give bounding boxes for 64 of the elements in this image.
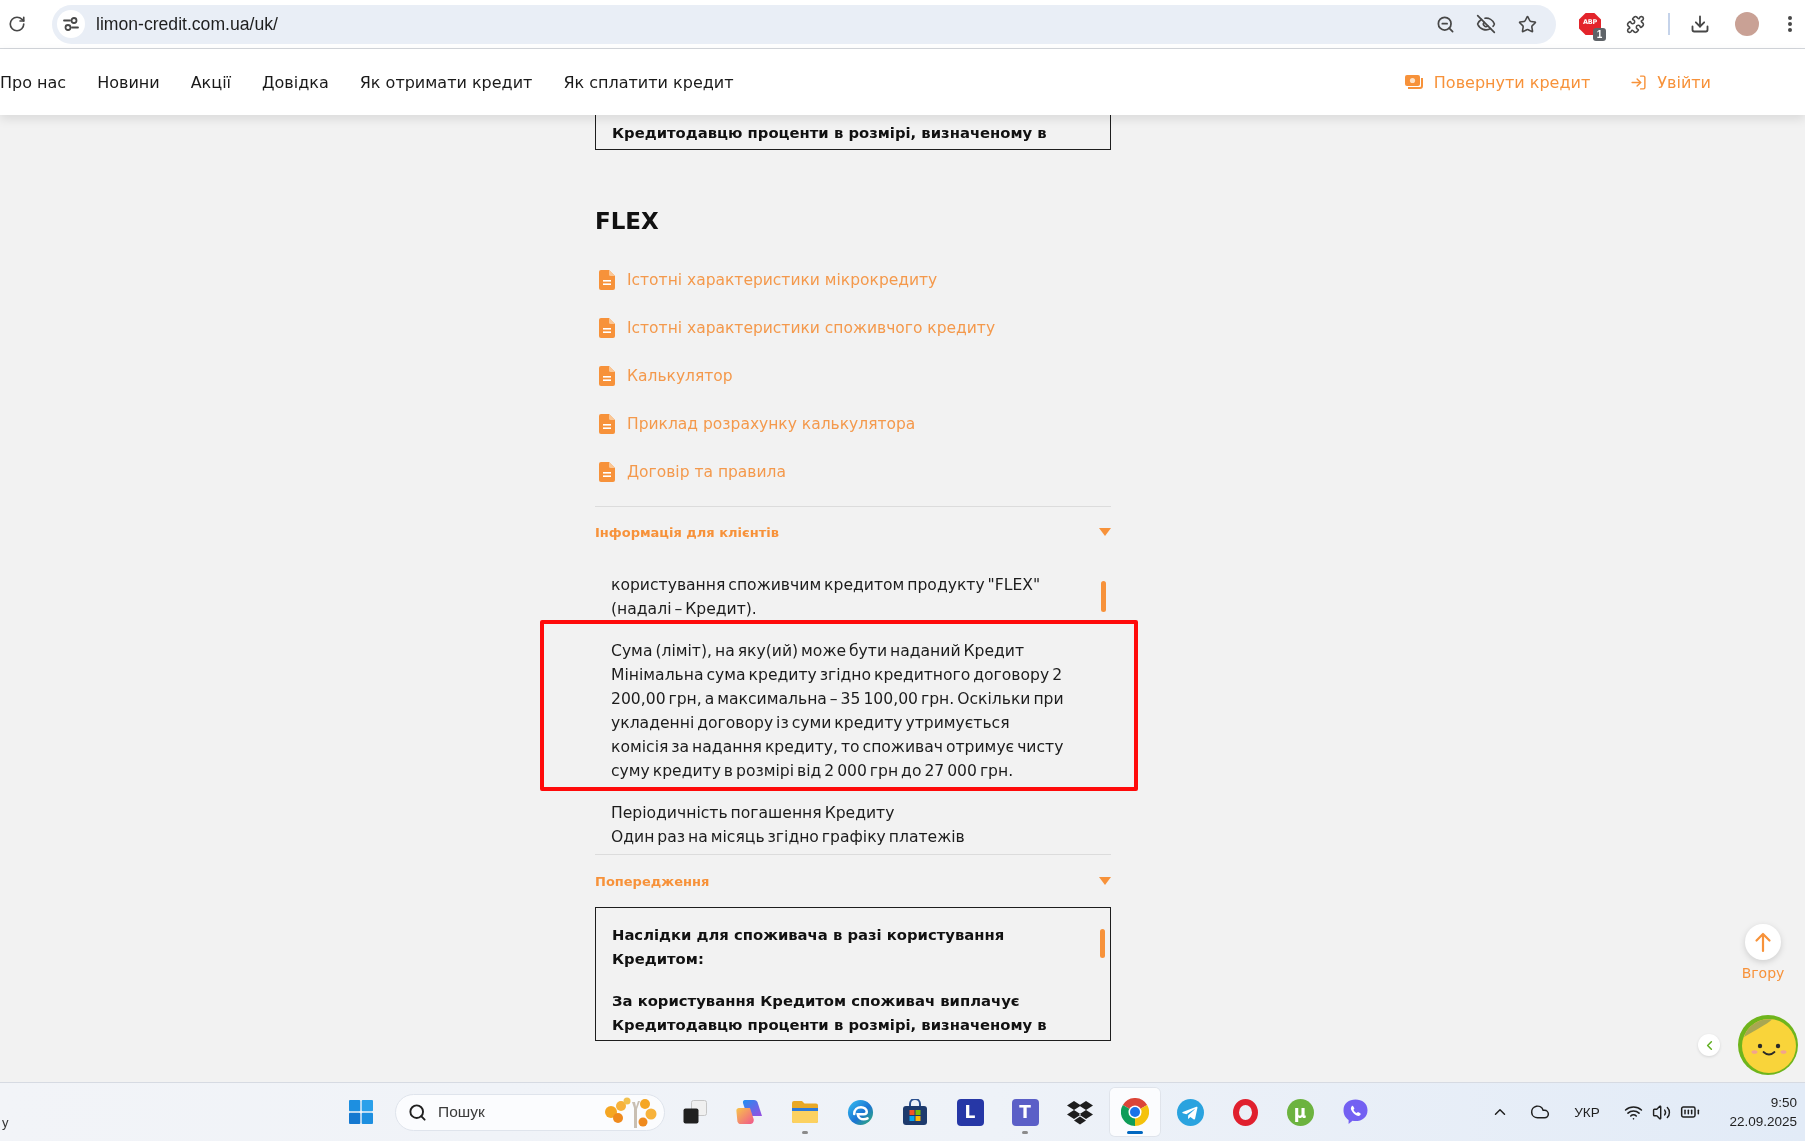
- nav-link[interactable]: Новини: [97, 72, 160, 92]
- search-field[interactable]: Пошук: [395, 1093, 665, 1131]
- nav-link[interactable]: Акції: [190, 72, 232, 92]
- menu-icon: [1788, 16, 1792, 32]
- warning-text: Наслідки для споживача в разі користування Кредитом:: [612, 925, 1006, 969]
- cloud-icon: [1530, 1102, 1550, 1122]
- four-panes-icon: [349, 1100, 373, 1124]
- zoom-out-icon: [1435, 14, 1455, 34]
- product-title: FLEX: [595, 207, 660, 235]
- puzzle-icon: [1625, 14, 1645, 34]
- letter-tile-icon: L: [956, 1098, 984, 1126]
- language-button[interactable]: УКР: [1565, 1092, 1609, 1132]
- segmented-circle-icon: [1121, 1098, 1149, 1126]
- phone-bubble-icon: [1341, 1098, 1369, 1126]
- nav-link[interactable]: Про нас: [0, 72, 67, 92]
- chat-button[interactable]: [1738, 1015, 1798, 1075]
- star-icon: [1517, 14, 1537, 34]
- document-icon: [599, 318, 615, 338]
- document-icon: [599, 270, 615, 290]
- shopping-bag-icon: [902, 1098, 928, 1126]
- lemon-mascot-icon: [1738, 1015, 1798, 1075]
- warning-text: За користування Кредитом споживач виплачує Кредитодавцю проценти в розмірі, визначеному в: [612, 991, 1048, 1035]
- folder-icon: [791, 1100, 819, 1124]
- document-icon: [599, 414, 615, 434]
- overlapping-squares-icon: [682, 1099, 708, 1125]
- login-icon: [1630, 73, 1648, 91]
- reload-icon: [8, 15, 26, 33]
- address-bar[interactable]: limon-credit.com.ua/uk/: [52, 4, 1556, 44]
- clock-button[interactable]: 9:50 22.09.2025: [1717, 1093, 1797, 1131]
- scrollbar-thumb[interactable]: [1101, 581, 1106, 612]
- info-text: Один раз на місяць згідно графіку платежів: [611, 827, 966, 848]
- info-text: Мінімальна сума кредиту згідно кредитного договору 2 200,00 грн, а максимальна – 35 100,00 грн. Оскільки при укладенні договору із суми кредиту утримується комісія за надання кредиту, то споживач отримує чисту суму кредиту в розмірі від 2 000 грн до 27 000 грн.: [611, 665, 1065, 782]
- panel-text: Кредитодавцю проценти в розмірі, визначеному в: [612, 123, 1048, 143]
- info-title: Сума (ліміт), на яку(ий) може бути наданий Кредит: [611, 641, 1026, 662]
- url-text: limon-credit.com.ua/uk/: [96, 13, 278, 35]
- sliders-icon: [63, 17, 79, 31]
- nav-link[interactable]: Як отримати кредит: [359, 72, 533, 92]
- document-icon: [599, 366, 615, 386]
- ring-icon: [1232, 1098, 1258, 1126]
- eye-off-icon: [1476, 14, 1496, 34]
- nav-link[interactable]: Як сплатити кредит: [563, 72, 734, 92]
- date-text: 22.09.2025: [1729, 1113, 1797, 1131]
- taskbar-app-button[interactable]: L: [945, 1088, 995, 1136]
- site-info-button[interactable]: [57, 10, 85, 38]
- layered-shapes-icon: [736, 1099, 764, 1125]
- letter-circle-icon: µ: [1286, 1098, 1314, 1126]
- paper-plane-icon: [1176, 1098, 1204, 1126]
- swirl-circle-icon: [846, 1098, 874, 1126]
- taskbar-app-button[interactable]: T: [1000, 1088, 1050, 1136]
- diamond-logo-icon: [1066, 1099, 1094, 1125]
- document-icon: [599, 462, 615, 482]
- nav-link[interactable]: Довідка: [262, 72, 329, 92]
- info-title: Періодичність погашення Кредиту: [611, 803, 896, 824]
- count-badge: 1: [1593, 28, 1606, 41]
- widget-text: у: [2, 1115, 9, 1130]
- banknote-icon: [1404, 74, 1424, 90]
- info-text: користування споживчим кредитом продукту "FLEX" (надалі – Кредит).: [611, 575, 1042, 620]
- arrow-up-icon: [1745, 924, 1781, 960]
- scrollbar-thumb[interactable]: [1100, 929, 1105, 958]
- search-icon: [408, 1102, 427, 1122]
- avatar-icon: [1735, 12, 1759, 36]
- download-icon: [1690, 14, 1710, 34]
- letter-tile-icon: T: [1011, 1098, 1039, 1126]
- time-text: 9:50: [1770, 1094, 1797, 1112]
